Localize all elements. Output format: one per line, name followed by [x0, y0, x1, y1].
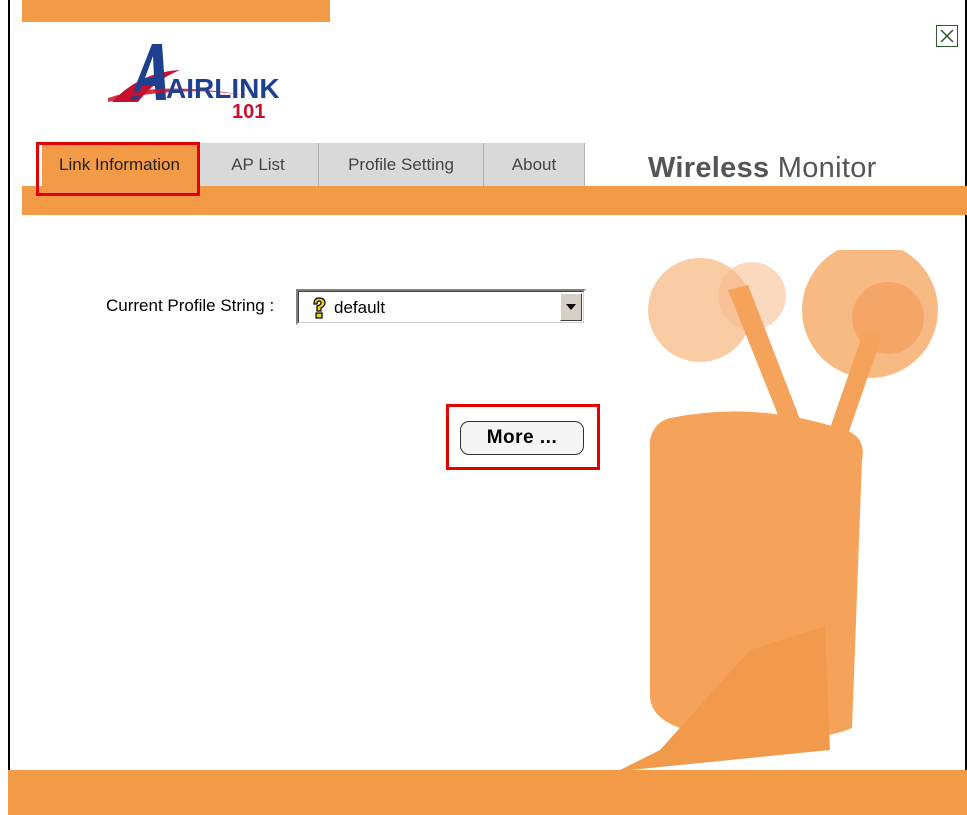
tab-label: Profile Setting	[348, 155, 454, 174]
tab-label: AP List	[231, 155, 285, 174]
brand-bold: Wireless	[648, 152, 770, 184]
question-key-icon	[313, 297, 326, 319]
profile-select[interactable]: default	[296, 289, 586, 325]
close-icon	[940, 29, 954, 43]
more-button[interactable]: More ...	[460, 421, 584, 455]
profile-dropdown-button[interactable]	[560, 293, 582, 321]
tab-ap-list[interactable]: AP List	[198, 143, 319, 187]
router-illustration	[620, 250, 938, 770]
logo-text: AIRLINK	[166, 73, 280, 104]
window-border-left	[8, 0, 10, 815]
wireless-monitor-window: AIRLINK 101 Link Information AP List Pro…	[0, 0, 967, 815]
tab-about[interactable]: About	[484, 143, 585, 187]
profile-label: Current Profile String :	[106, 296, 275, 315]
profile-select-value: default	[334, 298, 386, 317]
chevron-down-icon	[566, 304, 576, 310]
tab-highlight-box	[36, 142, 200, 196]
product-title: Wireless Monitor	[648, 152, 877, 185]
footer-band	[8, 770, 967, 815]
close-button[interactable]	[936, 25, 958, 47]
logo-number: 101	[232, 101, 265, 123]
brand-light: Monitor	[777, 152, 877, 184]
airlink-logo: AIRLINK 101	[108, 44, 280, 123]
top-accent-strip	[22, 0, 330, 22]
tab-profile-setting[interactable]: Profile Setting	[319, 143, 484, 187]
tab-label: About	[511, 155, 557, 174]
